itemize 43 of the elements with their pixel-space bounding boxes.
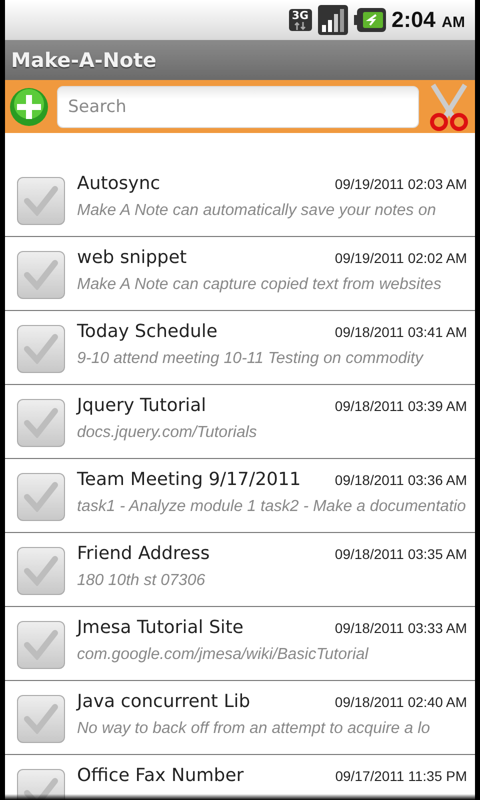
signal-icon <box>318 5 348 35</box>
note-title: Autosync <box>77 173 160 194</box>
checkbox[interactable] <box>17 473 65 521</box>
note-title: Team Meeting 9/17/2011 <box>77 469 301 490</box>
note-date: 09/19/2011 02:03 AM <box>334 176 467 192</box>
note-date: 09/17/2011 11:35 PM <box>335 768 467 784</box>
note-date: 09/18/2011 03:35 AM <box>334 546 467 562</box>
note-title: Today Schedule <box>77 321 218 342</box>
note-snippet: No way to back off from an attempt to acquire a lo <box>77 720 432 738</box>
checkbox[interactable] <box>17 325 65 373</box>
note-snippet: Make A Note can automatically save your notes on <box>77 202 437 220</box>
add-button[interactable] <box>9 86 49 126</box>
checkbox[interactable] <box>17 177 65 225</box>
note-date: 09/18/2011 02:40 AM <box>334 694 467 710</box>
note-date: 09/19/2011 02:02 AM <box>334 250 467 266</box>
note-snippet: docs.jquery.com/Tutorials <box>77 424 258 442</box>
note-date: 09/18/2011 03:33 AM <box>334 620 467 636</box>
checkbox[interactable] <box>17 399 65 447</box>
transfer-arrows-icon <box>293 22 308 30</box>
note-date: 09/18/2011 03:36 AM <box>334 472 467 488</box>
note-date: 09/18/2011 03:39 AM <box>334 398 467 414</box>
note-title: Jmesa Tutorial Site <box>77 617 244 638</box>
checkbox[interactable] <box>17 251 65 299</box>
battery-icon <box>354 7 386 33</box>
scissors-button[interactable] <box>427 82 471 130</box>
network-label: 3G <box>292 10 308 22</box>
note-title: Java concurrent Lib <box>77 691 250 712</box>
note-snippet: 180 10th st 07306 <box>77 572 206 590</box>
note-snippet: com.google.com/jmesa/wiki/BasicTutorial <box>77 646 370 664</box>
checkbox[interactable] <box>17 695 65 743</box>
search-field[interactable]: Search <box>57 86 419 128</box>
note-title: Jquery Tutorial <box>77 395 206 416</box>
note-snippet: Make A Note can capture copied text from websites <box>77 276 442 294</box>
app-title: Make-A-Note <box>11 48 156 72</box>
note-snippet: 9-10 attend meeting 10-11 Testing on commodity <box>77 350 425 368</box>
note-date: 09/18/2011 03:41 AM <box>334 324 467 340</box>
note-title: web snippet <box>77 247 187 268</box>
note-title: Friend Address <box>77 543 210 564</box>
note-title: Office Fax Number <box>77 765 244 786</box>
note-snippet: task1 - Analyze module 1 task2 - Make a documentatio <box>77 498 467 516</box>
checkbox[interactable] <box>17 621 65 669</box>
checkbox[interactable] <box>17 547 65 595</box>
clock: 2:04 AM <box>392 7 465 33</box>
